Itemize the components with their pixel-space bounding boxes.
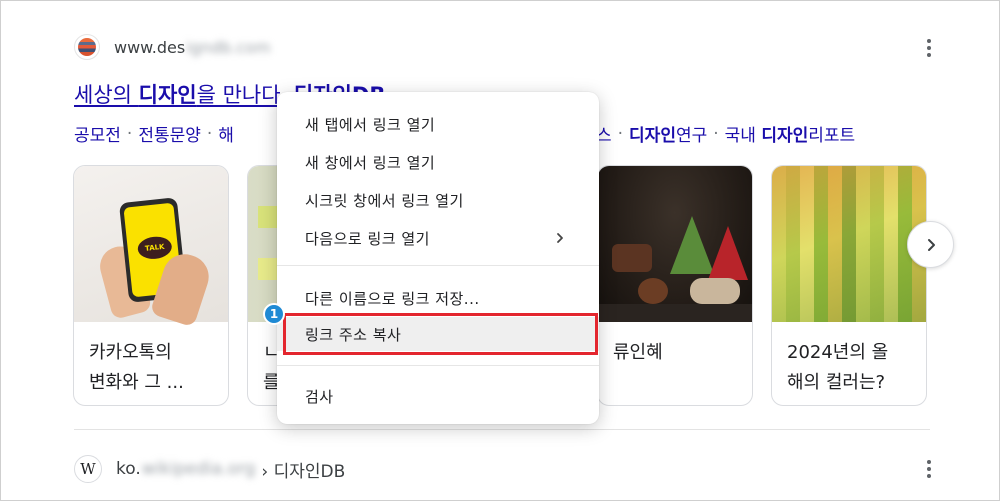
sitelink-separator: · bbox=[206, 123, 213, 144]
article-card[interactable]: 류인혜 bbox=[597, 165, 753, 406]
site-url-blurred: igndb.com bbox=[186, 37, 271, 57]
site-url: www.des igndb.com bbox=[114, 38, 271, 57]
submenu-arrow-icon bbox=[557, 233, 563, 243]
card-caption: 카카오톡의 변화와 그 ... bbox=[89, 338, 218, 398]
article-card[interactable]: 2024년의 올 해의 컬러는? bbox=[771, 165, 927, 406]
sitelink[interactable]: 디자인연구 bbox=[629, 121, 707, 146]
sitelink-separator: · bbox=[126, 123, 133, 144]
card-thumbnail: TALK bbox=[74, 166, 228, 328]
site-url-blurred: wikipedia.org bbox=[141, 459, 256, 479]
sitelink-bold: 디자인 bbox=[629, 126, 676, 146]
card-caption-line: 해의 컬러는? bbox=[787, 372, 886, 393]
card-caption: 2024년의 올 해의 컬러는? bbox=[787, 338, 916, 398]
step-badge: 1 bbox=[263, 303, 285, 325]
site-url-text: ko. bbox=[116, 459, 141, 479]
sitelink-text: 연구 bbox=[675, 126, 708, 146]
chevron-right-icon bbox=[927, 238, 935, 251]
more-vert-icon[interactable] bbox=[927, 460, 931, 478]
sitelink-bold: 디자인 bbox=[761, 126, 809, 146]
menu-separator bbox=[277, 365, 599, 366]
talk-bubble-icon: TALK bbox=[136, 235, 173, 261]
card-thumbnail bbox=[772, 166, 926, 322]
site-favicon-icon bbox=[74, 34, 100, 60]
sitelink-separator: · bbox=[617, 123, 624, 144]
sitelinks-left: 공모전 · 전통문양 · 해 bbox=[74, 121, 234, 147]
title-bold: 디자인 bbox=[138, 83, 197, 107]
menu-item-open-new-tab[interactable]: 새 탭에서 링크 열기 bbox=[277, 107, 599, 141]
result-site-row[interactable]: W ko. wikipedia.org › 디자인DB bbox=[74, 453, 345, 485]
result-site-row[interactable]: www.des igndb.com bbox=[74, 31, 271, 63]
menu-item-save-link-as[interactable]: 다른 이름으로 링크 저장... bbox=[277, 281, 599, 315]
results-divider bbox=[74, 429, 930, 430]
sitelink[interactable]: 공모전 bbox=[74, 121, 121, 146]
context-menu: 새 탭에서 링크 열기 새 창에서 링크 열기 시크릿 창에서 링크 열기 다음… bbox=[277, 92, 599, 424]
sitelink-separator: · bbox=[713, 123, 719, 144]
article-card[interactable]: TALK 카카오톡의 변화와 그 ... bbox=[73, 165, 229, 406]
highlight-box bbox=[283, 313, 598, 355]
menu-item-open-link-as[interactable]: 다음으로 링크 열기 bbox=[277, 221, 599, 255]
carousel-next-button[interactable] bbox=[907, 221, 954, 268]
sitelink[interactable]: 해 bbox=[218, 121, 234, 146]
sitelink[interactable]: 국내 디자인리포트 bbox=[725, 121, 856, 146]
menu-separator bbox=[277, 265, 599, 266]
menu-item-label: 다음으로 링크 열기 bbox=[305, 229, 430, 248]
card-caption-line: 카카오톡의 bbox=[89, 342, 172, 363]
sitelink[interactable]: 전통문양 bbox=[138, 121, 201, 146]
menu-item-inspect[interactable]: 검사 bbox=[277, 379, 599, 413]
sitelinks-right: 스 · 디자인연구 · 국내 디자인리포트 bbox=[596, 121, 856, 147]
wikipedia-favicon-icon: W bbox=[74, 455, 102, 483]
search-results-frame: www.designdb.com 세상의 디자인을 만나다, 디자인DB 공모전… bbox=[0, 0, 1000, 501]
card-caption-line: 2024년의 올 bbox=[787, 342, 889, 363]
sitelink-text: 리포트 bbox=[808, 126, 856, 146]
menu-item-open-incognito[interactable]: 시크릿 창에서 링크 열기 bbox=[277, 183, 599, 217]
title-text: 세상의 bbox=[74, 83, 139, 107]
card-thumbnail bbox=[598, 166, 752, 322]
card-caption-line: 변화와 그 ... bbox=[89, 372, 184, 393]
breadcrumb: › 디자인DB bbox=[261, 461, 346, 482]
site-url-text: www.des bbox=[114, 37, 186, 57]
menu-item-open-new-window[interactable]: 새 창에서 링크 열기 bbox=[277, 145, 599, 179]
site-url: ko. wikipedia.org › 디자인DB bbox=[116, 457, 345, 482]
more-vert-icon[interactable] bbox=[927, 39, 931, 57]
card-caption-line: 류인혜 bbox=[613, 342, 663, 363]
card-caption: 류인혜 bbox=[613, 338, 742, 368]
sitelink-text: 국내 bbox=[724, 126, 762, 146]
